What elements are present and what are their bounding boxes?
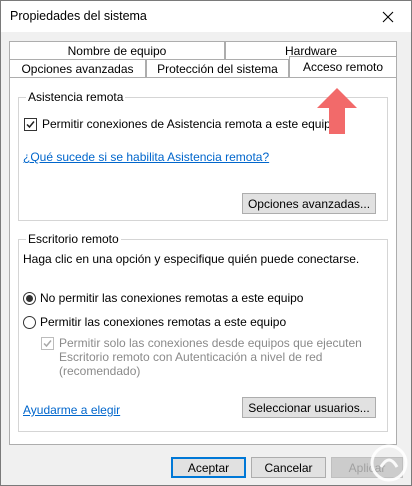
radio-selected-dot xyxy=(26,295,33,302)
allow-remote-assistance-label[interactable]: Permitir conexiones de Asistencia remota… xyxy=(42,117,338,131)
system-properties-dialog: Propiedades del sistema Nombre de equipo… xyxy=(0,0,412,486)
group-label: Asistencia remota xyxy=(26,90,126,104)
remote-assistance-help-link[interactable]: ¿Qué sucede si se habilita Asistencia re… xyxy=(23,150,269,164)
tab-label: Opciones avanzadas xyxy=(21,61,134,76)
help-me-choose-link[interactable]: Ayudarme a elegir xyxy=(23,403,120,417)
nla-label-line1: Permitir solo las conexiones desde equip… xyxy=(59,336,362,350)
nla-label-line2: Escritorio remoto con Autenticación a ni… xyxy=(59,350,323,364)
advanced-options-button[interactable]: Opciones avanzadas... xyxy=(242,193,376,214)
group-label: Escritorio remoto xyxy=(26,232,121,246)
tab-nombre-de-equipo[interactable]: Nombre de equipo xyxy=(9,41,225,59)
radio-allow-remote-connections[interactable] xyxy=(23,316,36,329)
button-label: Cancelar xyxy=(264,460,313,475)
deny-remote-connections-label[interactable]: No permitir las conexiones remotas a est… xyxy=(40,291,303,305)
allow-remote-assistance-checkbox[interactable] xyxy=(24,118,37,131)
tab-acceso-remoto[interactable]: Acceso remoto xyxy=(289,56,397,77)
ok-button[interactable]: Aceptar xyxy=(171,457,246,478)
allow-remote-connections-label[interactable]: Permitir las conexiones remotas a este e… xyxy=(40,315,286,329)
close-icon xyxy=(382,11,394,22)
radio-deny-remote-connections[interactable] xyxy=(23,292,36,305)
annotation-arrow-icon xyxy=(317,88,357,134)
checkmark-icon xyxy=(43,340,52,348)
remote-desktop-group: Escritorio remoto Haga clic en una opció… xyxy=(18,232,388,432)
button-label: Opciones avanzadas... xyxy=(247,196,371,211)
tab-opciones-avanzadas[interactable]: Opciones avanzadas xyxy=(9,59,146,77)
cancel-button[interactable]: Cancelar xyxy=(251,457,326,478)
select-users-button[interactable]: Seleccionar usuarios... xyxy=(242,397,376,418)
button-label: Aceptar xyxy=(187,460,230,475)
checkmark-icon xyxy=(26,121,35,129)
tab-label: Protección del sistema xyxy=(157,61,278,76)
remote-desktop-instruction: Haga clic en una opción y especifique qu… xyxy=(23,252,360,266)
nla-only-checkbox[interactable] xyxy=(41,337,54,350)
nla-label-line3: (recomendado) xyxy=(59,364,141,378)
tab-proteccion-del-sistema[interactable]: Protección del sistema xyxy=(146,59,289,77)
title-bar[interactable]: Propiedades del sistema xyxy=(1,1,411,32)
tab-label: Nombre de equipo xyxy=(67,43,167,58)
tab-label: Acceso remoto xyxy=(302,60,384,74)
watermark-logo-icon xyxy=(370,444,408,482)
close-button[interactable] xyxy=(365,1,411,32)
button-label: Seleccionar usuarios... xyxy=(248,400,370,415)
window-title: Propiedades del sistema xyxy=(10,9,147,23)
